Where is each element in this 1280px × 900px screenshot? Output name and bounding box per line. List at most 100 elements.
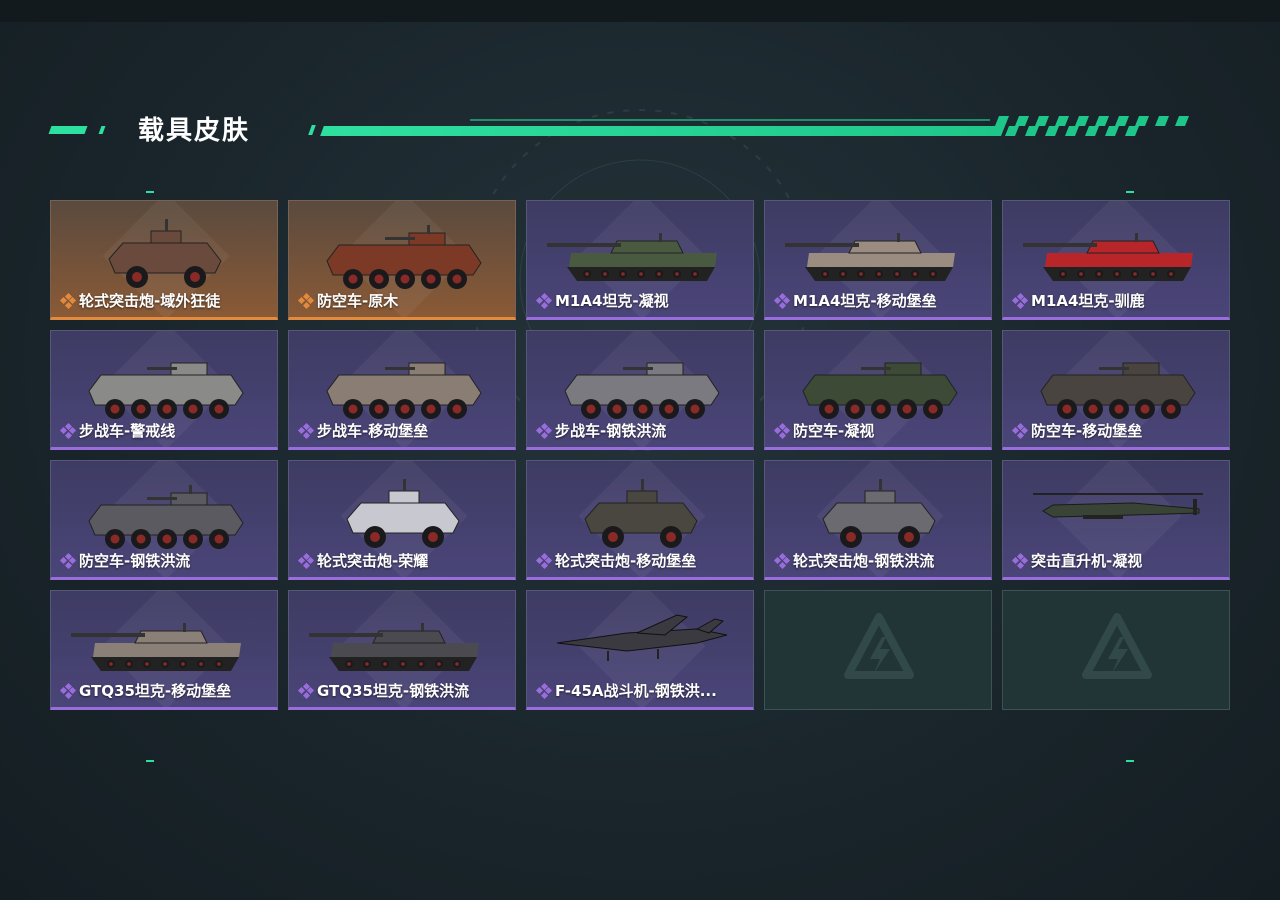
placeholder-logo-icon (1082, 613, 1152, 679)
header-checker-pattern (995, 116, 1189, 136)
vehicle-image (326, 362, 482, 419)
skin-label: 防空车-移动堡垒 (1011, 420, 1143, 441)
rarity-diamond-icon (59, 682, 77, 699)
skin-label: F-45A战斗机-钢铁洪... (535, 680, 717, 701)
vehicle-image (584, 479, 698, 548)
skin-card[interactable]: 轮式突击炮-域外狂徒 (50, 200, 278, 320)
skin-label: M1A4坦克-移动堡垒 (773, 290, 937, 311)
skin-name: 防空车-原木 (317, 292, 399, 310)
skin-card[interactable]: 防空车-原木 (288, 200, 516, 320)
skin-label: 轮式突击炮-域外狂徒 (59, 290, 221, 311)
header-line (320, 126, 1004, 136)
skin-card[interactable]: 轮式突击炮-移动堡垒 (526, 460, 754, 580)
skin-card[interactable]: 防空车-移动堡垒 (1002, 330, 1230, 450)
skin-card[interactable]: F-45A战斗机-钢铁洪... (526, 590, 754, 710)
skin-card[interactable]: M1A4坦克-移动堡垒 (764, 200, 992, 320)
skin-label: 轮式突击炮-荣耀 (297, 550, 428, 571)
skin-label: M1A4坦克-驯鹿 (1011, 290, 1145, 311)
rarity-diamond-icon (297, 682, 315, 699)
rarity-diamond-icon (1011, 422, 1029, 439)
skin-name: 防空车-钢铁洪流 (79, 552, 191, 570)
skin-label: GTQ35坦克-移动堡垒 (59, 680, 232, 701)
skin-name: M1A4坦克-移动堡垒 (793, 292, 937, 310)
skin-grid: 轮式突击炮-域外狂徒 防空车-原木 M1A4坦克-凝视 M1A4坦克-移动堡垒 (50, 200, 1230, 710)
skin-card[interactable]: GTQ35坦克-钢铁洪流 (288, 590, 516, 710)
skin-label: 步战车-警戒线 (59, 420, 176, 441)
skin-label: 防空车-钢铁洪流 (59, 550, 191, 571)
placeholder-logo-icon (844, 613, 914, 679)
rarity-diamond-icon (297, 422, 315, 439)
skin-card[interactable]: GTQ35坦克-移动堡垒 (50, 590, 278, 710)
skin-label: 防空车-凝视 (773, 420, 874, 441)
skin-name: F-45A战斗机-钢铁洪... (555, 682, 717, 700)
empty-skin-slot (764, 590, 992, 710)
skin-card[interactable]: M1A4坦克-凝视 (526, 200, 754, 320)
empty-skin-slot (1002, 590, 1230, 710)
rarity-diamond-icon (59, 292, 77, 309)
vehicle-image (564, 362, 720, 419)
rarity-diamond-icon (1011, 292, 1029, 309)
skin-label: 突击直升机-凝视 (1011, 550, 1143, 571)
skin-card[interactable]: 防空车-钢铁洪流 (50, 460, 278, 580)
vehicle-image (346, 479, 460, 548)
skin-card[interactable]: 轮式突击炮-钢铁洪流 (764, 460, 992, 580)
skin-name: GTQ35坦克-钢铁洪流 (317, 682, 470, 700)
vehicle-image (802, 362, 958, 419)
top-band (0, 0, 1280, 22)
corner-tick (146, 191, 154, 193)
vehicle-image (88, 362, 244, 419)
section-title: 载具皮肤 (138, 116, 251, 146)
skin-label: 步战车-移动堡垒 (297, 420, 429, 441)
skin-card[interactable]: 步战车-移动堡垒 (288, 330, 516, 450)
rarity-diamond-icon (535, 422, 553, 439)
rarity-diamond-icon (773, 422, 791, 439)
vehicle-image (1040, 362, 1196, 419)
skin-card[interactable]: M1A4坦克-驯鹿 (1002, 200, 1230, 320)
skin-card[interactable]: 突击直升机-凝视 (1002, 460, 1230, 580)
header-accent-bar (98, 126, 106, 134)
rarity-diamond-icon (773, 292, 791, 309)
header-thin-line (470, 119, 990, 121)
skin-name: 步战车-警戒线 (79, 422, 176, 440)
rarity-diamond-icon (535, 292, 553, 309)
rarity-diamond-icon (59, 422, 77, 439)
rarity-diamond-icon (297, 552, 315, 569)
vehicle-image (108, 219, 222, 288)
rarity-diamond-icon (1011, 552, 1029, 569)
header-accent-bar (308, 125, 316, 135)
skin-card[interactable]: 步战车-警戒线 (50, 330, 278, 450)
rarity-diamond-icon (59, 552, 77, 569)
vehicle-image (785, 233, 955, 281)
corner-tick (146, 760, 154, 762)
skin-name: 轮式突击炮-域外狂徒 (79, 292, 221, 310)
vehicle-image (71, 623, 241, 671)
skin-label: 轮式突击炮-移动堡垒 (535, 550, 697, 571)
skin-card[interactable]: 步战车-钢铁洪流 (526, 330, 754, 450)
skin-label: 防空车-原木 (297, 290, 399, 311)
skin-label: M1A4坦克-凝视 (535, 290, 669, 311)
skin-name: 突击直升机-凝视 (1031, 552, 1143, 570)
vehicle-image (822, 479, 936, 548)
rarity-diamond-icon (297, 292, 315, 309)
skin-name: M1A4坦克-驯鹿 (1031, 292, 1145, 310)
skin-label: 步战车-钢铁洪流 (535, 420, 667, 441)
skin-name: GTQ35坦克-移动堡垒 (79, 682, 232, 700)
skin-card[interactable]: 防空车-凝视 (764, 330, 992, 450)
rarity-diamond-icon (535, 682, 553, 699)
skin-label: 轮式突击炮-钢铁洪流 (773, 550, 935, 571)
vehicle-image (326, 225, 482, 289)
skin-name: 步战车-钢铁洪流 (555, 422, 667, 440)
skin-label: GTQ35坦克-钢铁洪流 (297, 680, 470, 701)
vehicle-image (556, 614, 728, 661)
rarity-diamond-icon (535, 552, 553, 569)
skin-name: 步战车-移动堡垒 (317, 422, 429, 440)
vehicle-image (1033, 493, 1203, 519)
corner-tick (1126, 191, 1134, 193)
skin-name: 轮式突击炮-移动堡垒 (555, 552, 697, 570)
vehicle-image (309, 623, 479, 671)
skin-name: M1A4坦克-凝视 (555, 292, 669, 310)
vehicle-image (1023, 233, 1193, 281)
skin-card[interactable]: 轮式突击炮-荣耀 (288, 460, 516, 580)
skin-name: 轮式突击炮-钢铁洪流 (793, 552, 935, 570)
skin-name: 防空车-移动堡垒 (1031, 422, 1143, 440)
